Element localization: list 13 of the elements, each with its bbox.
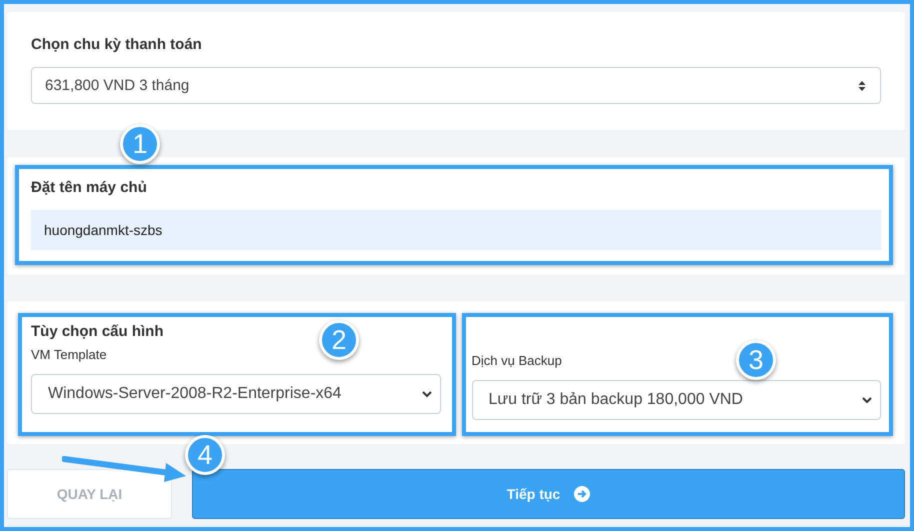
billing-select[interactable]: 631,800 VND 3 tháng [31, 67, 881, 104]
backup-select[interactable]: Lưu trữ 3 bản backup 180,000 VND [472, 380, 881, 420]
section-title: Tùy chọn cấu hình [31, 323, 164, 341]
field-label: VM Template [31, 347, 107, 363]
arrow-right-icon [574, 486, 590, 502]
sort-icon [858, 80, 866, 92]
field-label: Chọn chu kỳ thanh toán [31, 36, 203, 54]
template-select[interactable]: Windows-Server-2008-R2-Enterprise-x64 [31, 374, 440, 414]
chevron-down-icon [422, 390, 432, 398]
field-label: Đặt tên máy chủ [31, 179, 148, 197]
chevron-down-icon [862, 396, 872, 404]
field-label: Dịch vụ Backup [472, 353, 562, 369]
server-name-input[interactable]: huongdanmkt-szbs [31, 210, 881, 250]
